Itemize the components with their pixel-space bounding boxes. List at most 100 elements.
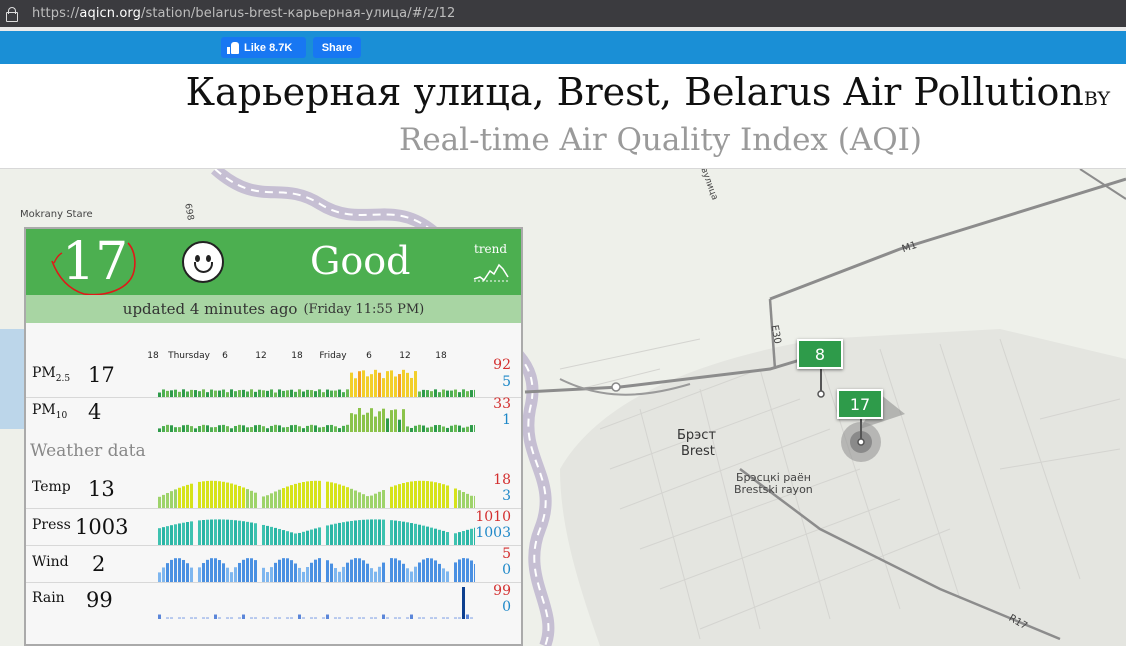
row-temp[interactable]: Temp 13 18 3 [26, 472, 521, 508]
press-history-bar [398, 521, 401, 545]
pm10-history-bar [262, 426, 265, 432]
wind-history-bar [226, 567, 229, 582]
rain-history-bar [382, 614, 385, 619]
pm10-history-bar [298, 426, 301, 432]
press-history-bar [422, 525, 425, 545]
row-rain[interactable]: Rain 99 99 0 [26, 583, 521, 619]
pm25-max: 92 [493, 357, 511, 373]
pm25-history-bar [394, 376, 397, 397]
pm25-history-bar [258, 389, 261, 397]
pm10-history-bar [210, 427, 213, 432]
wind-history-bar [214, 558, 217, 582]
rain-history-bar [190, 617, 193, 619]
url-text[interactable]: https://aqicn.org/station/belarus-brest-… [32, 6, 455, 21]
rain-history-bar [466, 614, 469, 619]
row-wind[interactable]: Wind 2 5 0 [26, 546, 521, 582]
rain-history-bar [266, 617, 269, 619]
wind-history-bar [278, 559, 281, 582]
tick-label: Thursday [168, 351, 210, 361]
wind-label: Wind [32, 554, 69, 570]
station-marker[interactable]: 8 [797, 339, 843, 369]
pm10-history-bar [462, 427, 465, 432]
wind-history-bar [326, 560, 329, 582]
wind-history-bar [458, 559, 461, 582]
press-history-bar [218, 519, 221, 545]
pm25-history-bar [262, 390, 265, 397]
press-history-bar [222, 519, 225, 545]
rain-history-chart [158, 587, 473, 619]
press-history-bar [382, 519, 385, 545]
press-history-bar [238, 520, 241, 545]
rain-history-bar [278, 617, 281, 619]
press-history-bar [366, 519, 369, 545]
facebook-share-button[interactable]: Share [313, 37, 361, 58]
pm10-history-bar [338, 428, 341, 432]
press-history-bar [290, 532, 293, 545]
wind-history-bar [402, 563, 405, 582]
pm10-history-bar [466, 426, 469, 432]
pm25-history-bar [414, 371, 417, 397]
pm25-history-bar [194, 390, 197, 397]
wind-history-bar [414, 566, 417, 582]
tick-label: 6 [222, 351, 228, 361]
pm10-history-bar [250, 427, 253, 432]
facebook-like-button[interactable]: Like 8.7K [221, 37, 306, 58]
pm10-history-bar [366, 412, 369, 432]
temp-history-bar [382, 490, 385, 508]
page-title: Карьерная улица, Brest, Belarus Air Poll… [185, 70, 1110, 114]
press-history-chart [158, 519, 475, 545]
pm10-history-bar [186, 424, 189, 432]
rain-label: Rain [32, 590, 65, 606]
wind-history-bar [366, 563, 369, 582]
rain-history-bar [202, 617, 205, 619]
row-pm10[interactable]: PM10 4 33 1 [26, 396, 521, 432]
pm25-history-bar [170, 390, 173, 397]
pm10-history-bar [406, 426, 409, 432]
pm10-history-bar [258, 424, 261, 432]
wind-history-bar [250, 558, 253, 582]
pm25-history-bar [382, 378, 385, 397]
thumbs-up-icon [227, 41, 239, 54]
rain-history-bar [214, 614, 217, 619]
pm10-history-bar [190, 426, 193, 432]
pm25-history-bar [338, 389, 341, 397]
pm10-history-bar [426, 427, 429, 432]
temp-history-bar [398, 484, 401, 508]
temp-history-bar [242, 487, 245, 508]
pm10-history-bar [350, 413, 353, 432]
pm10-label: PM10 [32, 402, 68, 421]
wind-history-bar [342, 566, 345, 582]
pm25-history-bar [370, 374, 373, 397]
temp-history-bar [278, 489, 281, 508]
row-pm25[interactable]: PM2.5 17 92 5 [26, 357, 521, 397]
pm25-history-bar [378, 372, 381, 397]
rain-history-bar [250, 617, 253, 619]
wind-history-bar [266, 572, 269, 582]
press-history-bar [354, 520, 357, 545]
trend-label[interactable]: trend [474, 242, 507, 256]
pm10-history-bar [286, 426, 289, 432]
trend-sparkline-icon[interactable] [472, 259, 512, 283]
pm10-history-bar [226, 426, 229, 432]
temp-history-bar [362, 494, 365, 508]
pm10-history-bar [290, 425, 293, 432]
station-marker-current[interactable]: 17 [837, 389, 883, 419]
rain-history-bar [218, 617, 221, 619]
pm10-history-bar [398, 419, 401, 432]
pm25-history-bar [222, 389, 225, 397]
temp-history-bar [346, 487, 349, 508]
press-history-bar [466, 529, 469, 545]
tick-label: Friday [319, 351, 347, 361]
pm10-history-bar [326, 425, 329, 432]
temp-history-bar [270, 493, 273, 508]
temp-history-bar [222, 481, 225, 508]
row-press[interactable]: Press 1003 1010 1003 [26, 509, 521, 545]
address-bar[interactable]: https://aqicn.org/station/belarus-brest-… [0, 0, 1126, 27]
rain-history-bar [418, 617, 421, 619]
rain-history-bar [370, 617, 373, 619]
pm25-history-bar [358, 371, 361, 397]
press-history-bar [318, 527, 321, 545]
wind-history-bar [338, 571, 341, 582]
map-label-mokrany: Mokrany Stare [20, 209, 93, 220]
lock-icon[interactable] [4, 6, 18, 22]
